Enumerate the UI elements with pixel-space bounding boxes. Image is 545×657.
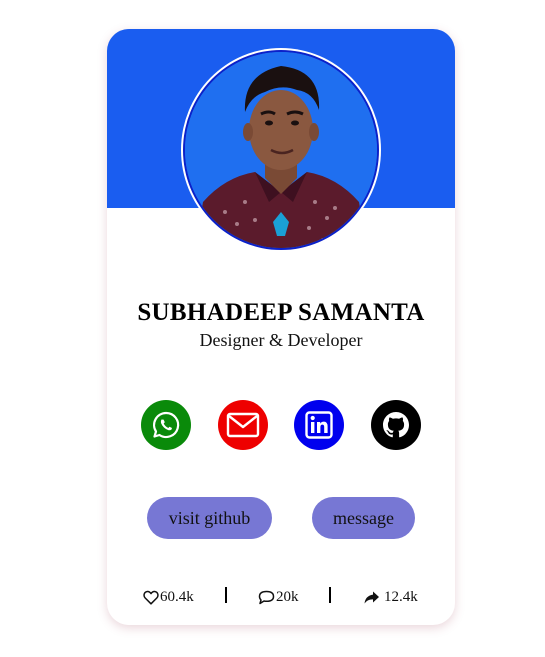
avatar <box>183 50 379 250</box>
shares-count: 12.4k <box>384 588 418 605</box>
whatsapp-icon <box>153 411 180 439</box>
share-icon <box>364 591 379 603</box>
profile-role: Designer & Developer <box>199 330 363 350</box>
comments-stat[interactable]: 20k <box>258 587 299 607</box>
github-icon <box>383 412 409 438</box>
avatar-photo <box>185 52 377 248</box>
comment-icon <box>258 590 275 604</box>
linkedin-icon <box>305 411 333 439</box>
stat-divider <box>329 587 331 603</box>
stat-divider <box>225 587 227 603</box>
visit-github-button[interactable]: visit github <box>147 497 272 539</box>
comments-count: 20k <box>276 588 299 605</box>
profile-card: SUBHADEEP SAMANTA Designer & Developer v… <box>107 29 455 625</box>
likes-count: 60.4k <box>160 588 194 605</box>
mail-button[interactable] <box>218 400 268 450</box>
github-button[interactable] <box>371 400 421 450</box>
profile-name: SUBHADEEP SAMANTA <box>137 299 425 326</box>
message-button[interactable]: message <box>312 497 415 539</box>
whatsapp-button[interactable] <box>141 400 191 450</box>
heart-icon <box>143 590 159 605</box>
shares-stat[interactable]: 12.4k <box>363 587 418 607</box>
linkedin-button[interactable] <box>294 400 344 450</box>
likes-stat[interactable]: 60.4k <box>143 587 194 607</box>
mail-icon <box>226 412 260 438</box>
